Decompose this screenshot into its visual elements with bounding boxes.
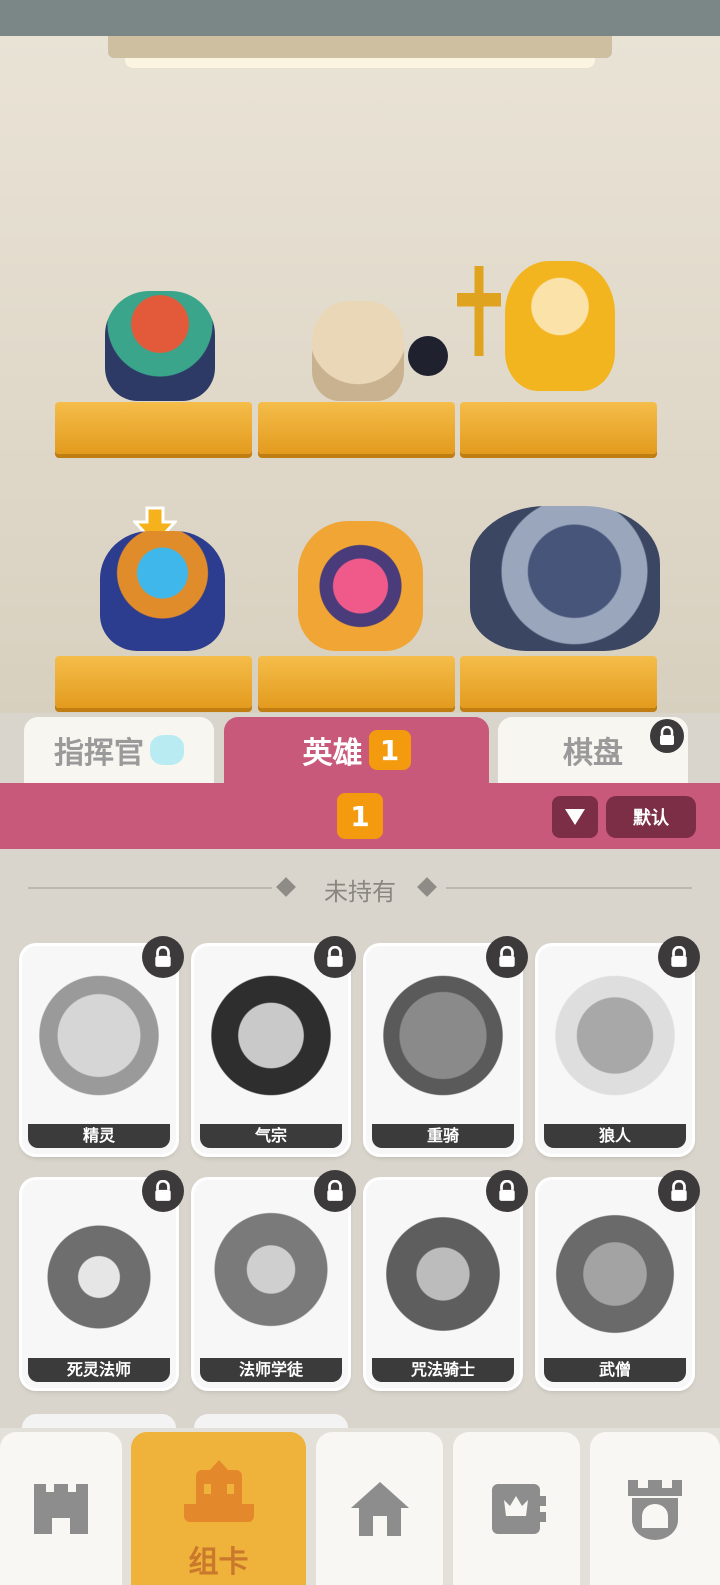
section-title: 未持有 — [324, 878, 396, 906]
hero-card[interactable]: 精灵 — [22, 936, 184, 1154]
hero-name: 精灵 — [28, 1124, 170, 1148]
lock-icon — [486, 936, 528, 978]
holy-cross-icon — [457, 266, 501, 356]
hero-portrait — [202, 968, 340, 1118]
shelf-slot — [258, 656, 455, 708]
hero-figure-miner[interactable] — [100, 531, 225, 651]
tab-label: 英雄 — [302, 736, 363, 771]
lock-icon — [314, 1170, 356, 1212]
tab-commander[interactable]: 指挥官 — [24, 717, 214, 783]
bomb-icon — [408, 336, 448, 376]
lamp-light — [125, 58, 595, 68]
sort-button[interactable]: 默认 — [606, 796, 696, 838]
tab-heroes[interactable]: 英雄 1 — [224, 717, 489, 783]
hero-portrait — [30, 968, 168, 1118]
lock-icon — [142, 1170, 184, 1212]
hero-card[interactable]: 法师学徒 — [194, 1170, 356, 1388]
tab-board[interactable]: 棋盘 — [498, 717, 688, 783]
hero-portrait — [30, 1202, 168, 1352]
shelf-slot — [55, 402, 252, 454]
nav-tower[interactable] — [590, 1432, 720, 1585]
hero-name: 咒法骑士 — [372, 1358, 514, 1382]
commander-avatar-icon — [150, 735, 184, 765]
hero-portrait — [546, 1202, 684, 1352]
castle-icon — [34, 1483, 88, 1534]
hero-portrait — [374, 1202, 512, 1352]
deck-icon — [183, 1459, 254, 1522]
hero-portrait — [374, 968, 512, 1118]
tab-label: 指挥官 — [54, 736, 144, 771]
hero-name: 气宗 — [200, 1124, 342, 1148]
lock-icon — [658, 1170, 700, 1212]
divider-line — [446, 887, 692, 889]
hero-name: 死灵法师 — [28, 1358, 170, 1382]
lock-icon — [658, 936, 700, 978]
tab-badge: 1 — [368, 730, 411, 770]
home-icon — [350, 1481, 409, 1536]
hero-name: 狼人 — [544, 1124, 686, 1148]
lock-icon — [486, 1170, 528, 1212]
hero-figure-knight[interactable] — [470, 506, 660, 651]
lock-icon — [142, 936, 184, 978]
shelf-slot — [460, 656, 657, 708]
section-divider: 未持有 — [28, 870, 692, 906]
hero-card-partial — [194, 1414, 348, 1428]
hero-card[interactable]: 重骑 — [366, 936, 528, 1154]
hero-card[interactable]: 狼人 — [538, 936, 700, 1154]
triangle-down-icon — [565, 809, 585, 825]
hero-card[interactable]: 死灵法师 — [22, 1170, 184, 1388]
shelf-slot — [55, 656, 252, 708]
hero-name: 武僧 — [544, 1358, 686, 1382]
hero-card-partial — [22, 1414, 176, 1428]
hero-figure-mummy[interactable] — [312, 301, 404, 401]
filter-bar: 1 默认 — [0, 783, 720, 849]
hero-portrait — [546, 968, 684, 1118]
hero-portrait — [202, 1202, 340, 1352]
lock-icon — [314, 936, 356, 978]
filter-count-badge: 1 — [337, 793, 383, 839]
hero-figure-witch[interactable] — [298, 521, 423, 651]
tab-label: 棋盘 — [563, 736, 623, 771]
hero-card[interactable]: 咒法骑士 — [366, 1170, 528, 1388]
status-bar — [0, 0, 720, 36]
bottom-nav: 组卡 — [0, 1428, 720, 1585]
nav-shop[interactable] — [453, 1432, 580, 1585]
nav-home[interactable] — [316, 1432, 443, 1585]
shelf-slot — [258, 402, 455, 454]
hero-name: 重骑 — [372, 1124, 514, 1148]
nav-deck[interactable]: 组卡 — [131, 1432, 306, 1585]
nav-castle[interactable] — [0, 1432, 122, 1585]
hero-name: 法师学徒 — [200, 1358, 342, 1382]
tower-icon — [628, 1479, 682, 1540]
hero-figure-rogue[interactable] — [105, 291, 215, 401]
sort-order-toggle[interactable] — [552, 796, 598, 838]
tab-bar: 指挥官 英雄 1 棋盘 — [0, 713, 720, 783]
shelf-slot — [460, 402, 657, 454]
lock-icon — [650, 719, 684, 753]
hero-figure-priestess[interactable] — [505, 261, 615, 391]
hero-card[interactable]: 气宗 — [194, 936, 356, 1154]
hero-card[interactable]: 武僧 — [538, 1170, 700, 1388]
shelf-lamp — [108, 36, 612, 58]
hero-showcase — [0, 36, 720, 713]
nav-label: 组卡 — [188, 1545, 249, 1580]
shop-icon — [491, 1483, 546, 1534]
